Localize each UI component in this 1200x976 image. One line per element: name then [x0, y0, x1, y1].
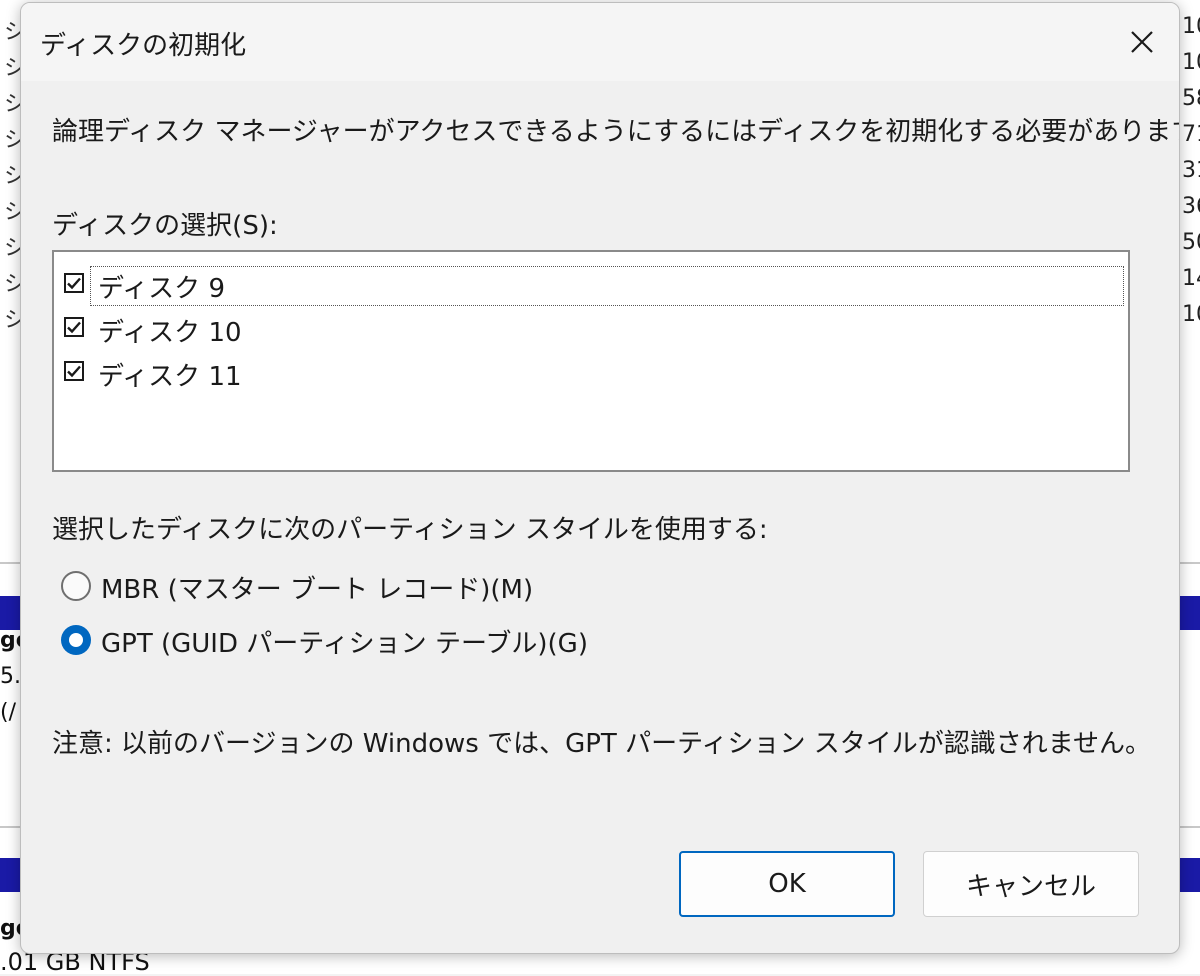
mbr-radio[interactable] — [61, 571, 91, 601]
checkmark-icon — [67, 277, 81, 290]
close-button[interactable] — [1105, 3, 1179, 81]
mbr-label: MBR (マスター ブート レコード)(M) — [101, 575, 534, 605]
disk-label-text: ディスク 9 — [98, 274, 225, 304]
background-glyph: シ — [4, 92, 20, 117]
disk-checkbox[interactable] — [64, 273, 84, 293]
disk-label-text: ディスク 11 — [98, 362, 242, 392]
background-glyph: シ — [4, 272, 20, 297]
background-glyph: シ — [4, 56, 20, 81]
compatibility-note: 注意: 以前のバージョンの Windows では、GPT パーティション スタイ… — [52, 729, 1151, 759]
background-divider — [0, 826, 20, 828]
disk-list-item[interactable]: ディスク 11 — [54, 352, 1126, 394]
disk-checkbox[interactable] — [64, 317, 84, 337]
disk-list-item[interactable]: ディスク 9 — [54, 264, 1126, 306]
background-number: 31 — [1182, 158, 1200, 183]
background-fragment: ge — [0, 628, 20, 653]
background-fragment: (/ — [0, 700, 16, 725]
background-divider — [1180, 562, 1200, 564]
ok-button[interactable]: OK — [679, 851, 895, 917]
initialize-disk-dialog: ディスクの初期化 論理ディスク マネージャーがアクセスできるようにするにはディス… — [20, 2, 1180, 954]
partition-style-label: 選択したディスクに次のパーティション スタイルを使用する: — [52, 515, 768, 545]
background-glyph: シ — [4, 308, 20, 333]
background-disk-band — [1178, 596, 1200, 630]
background-fragment: 5. — [0, 664, 20, 689]
background-fragment: ge — [0, 916, 20, 941]
background-glyph: シ — [4, 128, 20, 153]
background-number: 10 — [1182, 14, 1200, 39]
disk-checkbox[interactable] — [64, 361, 84, 381]
focus-rectangle — [90, 266, 1124, 306]
checkmark-icon — [67, 365, 81, 378]
background-glyph: シ — [4, 164, 20, 189]
title-bar[interactable]: ディスクの初期化 — [21, 3, 1179, 81]
gpt-radio[interactable] — [61, 625, 91, 655]
background-number: 10 — [1182, 302, 1200, 327]
background-glyph: シ — [4, 236, 20, 261]
background-glyph: シ — [4, 20, 20, 45]
background-glyph: シ — [4, 200, 20, 225]
background-number: 71 — [1182, 122, 1200, 147]
cancel-button[interactable]: キャンセル — [923, 851, 1139, 917]
disk-list-item[interactable]: ディスク 10 — [54, 308, 1126, 350]
background-disk-band — [0, 596, 20, 630]
background-number: 14 — [1182, 266, 1200, 291]
background-divider — [1180, 826, 1200, 828]
checkmark-icon — [67, 321, 81, 334]
background-number: 10 — [1182, 50, 1200, 75]
disk-listbox[interactable]: ディスク 9 ディスク 10 ディスク 11 — [52, 250, 1130, 472]
disk-label-text: ディスク 10 — [98, 318, 242, 348]
background-number: 58 — [1182, 86, 1200, 111]
close-icon — [1131, 31, 1153, 53]
dialog-description: 論理ディスク マネージャーがアクセスできるようにするにはディスクを初期化する必要… — [52, 117, 1180, 147]
dialog-title: ディスクの初期化 — [40, 31, 247, 61]
background-disk-band — [0, 858, 20, 892]
background-number: 36 — [1182, 194, 1200, 219]
disk-select-label: ディスクの選択(S): — [52, 211, 278, 241]
background-divider — [0, 562, 20, 564]
background-disk-band — [1178, 858, 1200, 892]
background-number: 50 — [1182, 230, 1200, 255]
gpt-label: GPT (GUID パーティション テーブル)(G) — [101, 629, 588, 659]
